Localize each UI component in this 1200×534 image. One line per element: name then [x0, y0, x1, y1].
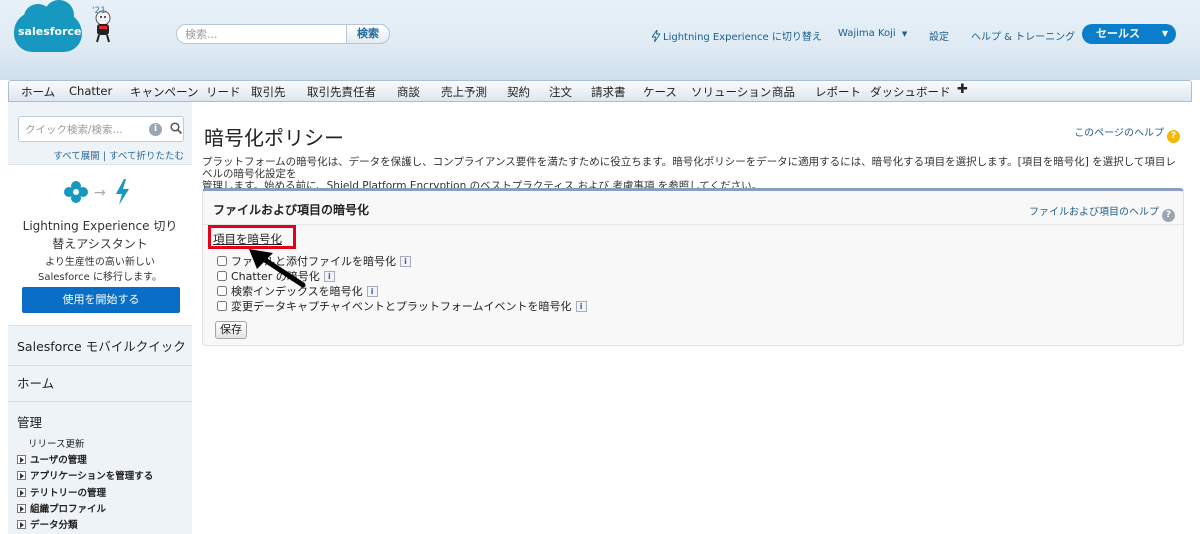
tab-solutions[interactable]: ソリューション	[691, 84, 771, 100]
search-icon[interactable]	[170, 122, 182, 134]
search-button[interactable]: 検索	[346, 24, 390, 44]
panel-help-link[interactable]: ファイルおよび項目のヘルプ?	[1029, 203, 1175, 222]
mobile-quickstart-link[interactable]: Salesforce モバイルクイックスタート	[8, 328, 192, 392]
admin-item-manage-apps[interactable]: アプリケーションを管理する	[17, 468, 153, 482]
option-cdc-events: 変更データキャプチャイベントとプラットフォームイベントを暗号化 i	[217, 298, 587, 313]
tab-campaigns[interactable]: キャンペーン	[130, 84, 198, 100]
intro-text: プラットフォームの暗号化は、データを保護し、コンプライアンス要件を満たすために役…	[202, 156, 1182, 192]
sidebar: i すべて展開 | すべて折りたたむ → Lightning Experienc…	[8, 102, 192, 534]
tab-invoices[interactable]: 請求書	[591, 84, 626, 100]
admin-item-label: 組織プロファイル	[30, 504, 107, 515]
encryption-panel: ファイルおよび項目の暗号化 ファイルおよび項目のヘルプ? 項目を暗号化 ファイル…	[202, 188, 1184, 346]
cdc-events-checkbox[interactable]	[217, 301, 227, 311]
svg-text:→: →	[94, 185, 106, 201]
promo-title: Lightning Experience 切り替えアシスタント	[22, 219, 178, 251]
admin-item-label: ユーザの管理	[30, 455, 87, 466]
quick-find: i	[18, 116, 184, 142]
expand-icon[interactable]	[17, 471, 26, 480]
help-training-link[interactable]: ヘルプ & トレーニング	[971, 28, 1075, 43]
panel-help-label: ファイルおよび項目のヘルプ	[1029, 207, 1159, 218]
main-content: 暗号化ポリシー このページのヘルプ? プラットフォームの暗号化は、データを保護し…	[192, 102, 1192, 534]
panel-title: ファイルおよび項目の暗号化	[213, 203, 370, 217]
admin-item-data-classification[interactable]: データ分類	[17, 517, 78, 531]
lightning-switch-label: Lightning Experience に切り替え	[663, 32, 822, 43]
bolt-icon	[652, 30, 660, 42]
settings-link[interactable]: 設定	[929, 28, 949, 43]
expand-collapse-links[interactable]: すべて展開 | すべて折りたたむ	[53, 148, 184, 162]
divider	[203, 224, 1183, 225]
get-started-button[interactable]: 使用を開始する	[22, 287, 180, 313]
option-label: 変更データキャプチャイベントとプラットフォームイベントを暗号化	[231, 300, 572, 313]
tab-leads[interactable]: リード	[206, 84, 241, 100]
promo-description: より生産性の高い新しい Salesforce に移行します。	[38, 257, 162, 283]
lightning-promo: → Lightning Experience 切り替えアシスタント より生産性の…	[8, 164, 192, 326]
admin-item-label: データ分類	[30, 520, 78, 531]
tab-products[interactable]: 商品	[772, 84, 795, 100]
app-menu-button[interactable]: セールス ▼	[1082, 24, 1176, 44]
help-icon: ?	[1162, 209, 1175, 222]
app-menu-label: セールス	[1096, 27, 1140, 40]
tab-forecasts[interactable]: 売上予測	[441, 84, 487, 100]
highlight-box	[208, 225, 296, 249]
tab-home[interactable]: ホーム	[21, 84, 55, 100]
salesforce-logo[interactable]: salesforce	[14, 0, 84, 56]
chevron-down-icon: ▼	[1161, 29, 1168, 38]
save-button[interactable]: 保存	[215, 321, 247, 339]
chevron-down-icon: ▼	[901, 30, 908, 38]
admin-item-release-updates[interactable]: リリース更新	[28, 436, 85, 450]
user-name: Wajima Koji	[838, 28, 896, 39]
global-header: salesforce '21 検索 Lightning Experience に…	[0, 0, 1200, 80]
search-input[interactable]	[185, 26, 345, 42]
info-icon[interactable]: i	[366, 286, 378, 297]
admin-item-company-profile[interactable]: 組織プロファイル	[17, 501, 106, 515]
page-title: 暗号化ポリシー	[204, 126, 344, 150]
lightning-switch-link[interactable]: Lightning Experience に切り替え	[652, 28, 822, 43]
tab-contacts[interactable]: 取引先責任者	[307, 84, 376, 100]
admin-section-title: 管理	[17, 415, 43, 430]
sidebar-home-link[interactable]: ホーム	[8, 366, 192, 402]
logo-text: salesforce	[18, 25, 82, 38]
info-icon[interactable]: i	[149, 123, 162, 136]
pointer-arrow-icon	[249, 249, 306, 288]
user-menu[interactable]: Wajima Koji ▼	[838, 28, 907, 39]
admin-item-label: アプリケーションを管理する	[30, 471, 154, 482]
tab-accounts[interactable]: 取引先	[251, 84, 286, 100]
release-badge: '21	[92, 6, 106, 16]
search-index-checkbox[interactable]	[217, 286, 227, 296]
lightning-transition-icon: →	[64, 179, 129, 205]
expand-icon[interactable]	[17, 455, 26, 464]
page-help-link[interactable]: このページのヘルプ?	[1074, 124, 1180, 143]
admin-item-manage-users[interactable]: ユーザの管理	[17, 452, 87, 466]
tab-chatter[interactable]: Chatter	[69, 84, 112, 98]
tab-cases[interactable]: ケース	[643, 84, 677, 100]
expand-icon[interactable]	[17, 520, 26, 529]
tab-opportunities[interactable]: 商談	[397, 84, 420, 100]
expand-icon[interactable]	[17, 504, 26, 513]
tab-reports[interactable]: レポート	[815, 84, 861, 100]
tab-dashboards[interactable]: ダッシュボード	[870, 84, 951, 100]
add-tab-icon[interactable]: ✚	[957, 82, 968, 97]
intro-line-1: プラットフォームの暗号化は、データを保護し、コンプライアンス要件を満たすために役…	[202, 156, 1176, 180]
admin-item-territories[interactable]: テリトリーの管理	[17, 485, 106, 499]
info-icon[interactable]: i	[323, 271, 335, 282]
files-attachments-checkbox[interactable]	[217, 256, 227, 266]
info-icon[interactable]: i	[575, 301, 587, 312]
quick-find-input[interactable]	[25, 122, 143, 138]
expand-icon[interactable]	[17, 488, 26, 497]
tab-contracts[interactable]: 契約	[507, 84, 530, 100]
page-help-label: このページのヘルプ	[1074, 128, 1164, 139]
help-icon: ?	[1167, 130, 1180, 143]
global-search: 検索	[176, 24, 390, 44]
chatter-checkbox[interactable]	[217, 271, 227, 281]
admin-item-label: テリトリーの管理	[30, 488, 107, 499]
info-icon[interactable]: i	[400, 256, 411, 267]
tab-orders[interactable]: 注文	[549, 84, 572, 100]
tab-bar: ホーム Chatter キャンペーン リード 取引先 取引先責任者 商談 売上予…	[8, 80, 1192, 102]
